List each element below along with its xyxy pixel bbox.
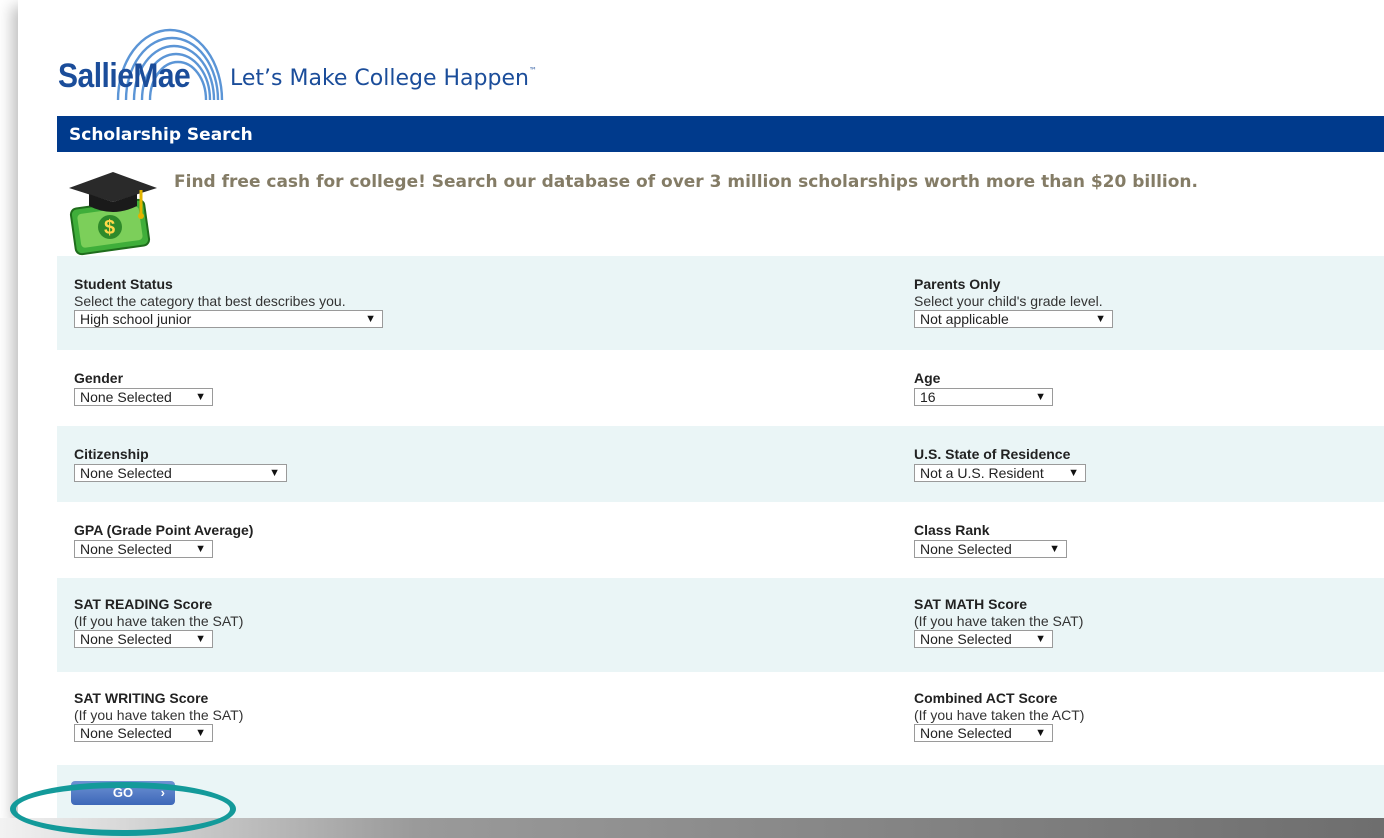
citizenship-select[interactable]: None Selected ▼ <box>74 464 287 482</box>
chevron-down-icon: ▼ <box>195 543 206 555</box>
age-label: Age <box>914 370 941 386</box>
promo-text: Find free cash for college! Search our d… <box>174 172 1198 192</box>
sat-writing-label: SAT WRITING Score <box>74 690 209 706</box>
sat-writing-field: SAT WRITING Score (If you have taken the… <box>74 690 243 743</box>
chevron-down-icon: ▼ <box>195 633 206 645</box>
class-rank-label: Class Rank <box>914 522 990 538</box>
sat-reading-field: SAT READING Score (If you have taken the… <box>74 596 243 649</box>
tagline: Let’s Make College Happen™ <box>230 66 537 91</box>
sat-writing-value: None Selected <box>80 725 172 741</box>
gender-field: Gender None Selected ▼ <box>74 370 213 407</box>
parents-only-field: Parents Only Select your child's grade l… <box>914 276 1113 329</box>
age-value: 16 <box>920 389 936 405</box>
citizenship-value: None Selected <box>80 465 172 481</box>
gender-value: None Selected <box>80 389 172 405</box>
chevron-down-icon: ▼ <box>195 391 206 403</box>
chevron-down-icon: ▼ <box>1035 727 1046 739</box>
state-value: Not a U.S. Resident <box>920 465 1044 481</box>
logo[interactable]: SallieMae <box>58 57 191 96</box>
gpa-select[interactable]: None Selected ▼ <box>74 540 213 558</box>
chevron-down-icon: ▼ <box>1068 467 1079 479</box>
citizenship-label: Citizenship <box>74 446 149 462</box>
sat-writing-hint: (If you have taken the SAT) <box>74 707 244 723</box>
chevron-down-icon: ▼ <box>1035 391 1046 403</box>
chevron-down-icon: ▼ <box>1035 633 1046 645</box>
gender-label: Gender <box>74 370 124 386</box>
student-status-field: Student Status Select the category that … <box>74 276 383 329</box>
submit-row: GO › <box>57 765 1384 821</box>
sat-math-field: SAT MATH Score (If you have taken the SA… <box>914 596 1083 649</box>
sat-reading-label: SAT READING Score <box>74 596 213 612</box>
promo-banner: $ Find free cash for college! Search our… <box>57 152 1384 256</box>
student-status-value: High school junior <box>80 311 192 327</box>
class-rank-select[interactable]: None Selected ▼ <box>914 540 1067 558</box>
sat-math-value: None Selected <box>920 631 1012 647</box>
svg-text:$: $ <box>104 217 115 239</box>
sat-math-hint: (If you have taken the SAT) <box>914 613 1084 629</box>
sat-reading-hint: (If you have taken the SAT) <box>74 613 244 629</box>
form-row: SAT WRITING Score (If you have taken the… <box>57 672 1384 765</box>
sat-math-label: SAT MATH Score <box>914 596 1028 612</box>
gender-select[interactable]: None Selected ▼ <box>74 388 213 406</box>
chevron-down-icon: ▼ <box>1095 313 1106 325</box>
class-rank-value: None Selected <box>920 541 1012 557</box>
form-row: Student Status Select the category that … <box>57 256 1384 350</box>
header: SallieMae Let’s Make College Happen™ <box>58 14 858 104</box>
chevron-down-icon: ▼ <box>365 313 376 325</box>
form-row: Citizenship None Selected ▼ U.S. State o… <box>57 426 1384 502</box>
age-field: Age 16 ▼ <box>914 370 1053 407</box>
sat-reading-select[interactable]: None Selected ▼ <box>74 630 213 648</box>
act-value: None Selected <box>920 725 1012 741</box>
citizenship-field: Citizenship None Selected ▼ <box>74 446 287 483</box>
graduation-cap-money-icon: $ <box>69 172 157 256</box>
page: SallieMae Let’s Make College Happen™ Sch… <box>40 0 1384 838</box>
act-field: Combined ACT Score (If you have taken th… <box>914 690 1084 743</box>
state-label: U.S. State of Residence <box>914 446 1071 462</box>
student-status-hint: Select the category that best describes … <box>74 293 346 309</box>
form-row: Gender None Selected ▼ Age 16 ▼ <box>57 350 1384 426</box>
state-select[interactable]: Not a U.S. Resident ▼ <box>914 464 1086 482</box>
highlight-annotation <box>10 782 236 836</box>
chevron-down-icon: ▼ <box>195 727 206 739</box>
trademark-mark: ™ <box>528 66 537 75</box>
page-title: Scholarship Search <box>57 116 1384 152</box>
sat-writing-select[interactable]: None Selected ▼ <box>74 724 213 742</box>
student-status-label: Student Status <box>74 276 173 292</box>
gpa-label: GPA (Grade Point Average) <box>74 522 254 538</box>
parents-only-label: Parents Only <box>914 276 1001 292</box>
act-hint: (If you have taken the ACT) <box>914 707 1085 723</box>
chevron-down-icon: ▼ <box>1049 543 1060 555</box>
class-rank-field: Class Rank None Selected ▼ <box>914 522 1067 559</box>
sat-reading-value: None Selected <box>80 631 172 647</box>
gpa-value: None Selected <box>80 541 172 557</box>
tagline-text: Let’s Make College Happen <box>230 66 529 91</box>
search-form: Student Status Select the category that … <box>57 256 1384 765</box>
parents-only-value: Not applicable <box>920 311 1009 327</box>
parents-only-hint: Select your child's grade level. <box>914 293 1103 309</box>
chevron-down-icon: ▼ <box>269 467 280 479</box>
form-row: SAT READING Score (If you have taken the… <box>57 578 1384 672</box>
sat-math-select[interactable]: None Selected ▼ <box>914 630 1053 648</box>
parents-only-select[interactable]: Not applicable ▼ <box>914 310 1113 328</box>
form-row: GPA (Grade Point Average) None Selected … <box>57 502 1384 578</box>
student-status-select[interactable]: High school junior ▼ <box>74 310 383 328</box>
act-label: Combined ACT Score <box>914 690 1058 706</box>
gpa-field: GPA (Grade Point Average) None Selected … <box>74 522 253 559</box>
state-field: U.S. State of Residence Not a U.S. Resid… <box>914 446 1086 483</box>
age-select[interactable]: 16 ▼ <box>914 388 1053 406</box>
act-select[interactable]: None Selected ▼ <box>914 724 1053 742</box>
